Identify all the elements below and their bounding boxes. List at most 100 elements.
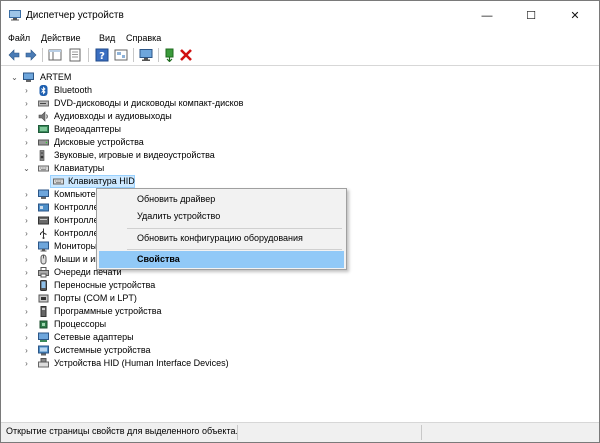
chevron-right-icon[interactable]: › (22, 331, 31, 344)
tree-item-software-devices[interactable]: › Программные устройства (1, 305, 599, 318)
sound-icon (39, 150, 45, 161)
tree-item-display-adapters[interactable]: › Видеоадаптеры (1, 123, 599, 136)
menu-view[interactable]: Вид (99, 31, 115, 45)
tree-item-processors[interactable]: › Процессоры (1, 318, 599, 331)
menu-bar: Файл Действие Вид Справка (1, 31, 599, 45)
chevron-right-icon[interactable]: › (22, 318, 31, 331)
tree-item-dvd[interactable]: › DVD-дисководы и дисководы компакт-диск… (1, 97, 599, 110)
help-icon[interactable]: ? (95, 48, 109, 62)
back-icon[interactable] (7, 48, 21, 62)
menu-uninstall-device[interactable]: Удалить устройство (99, 208, 344, 225)
chevron-right-icon[interactable]: › (22, 110, 31, 123)
tree-item-label: Дисковые устройства (54, 137, 144, 147)
tree-item-network[interactable]: › Сетевые адаптеры (1, 331, 599, 344)
tree-item-label: Клавиатура HID (68, 176, 135, 186)
chevron-right-icon[interactable]: › (22, 344, 31, 357)
bluetooth-icon (39, 85, 48, 96)
chevron-right-icon[interactable]: › (22, 292, 31, 305)
menu-item-label: Удалить устройство (137, 211, 221, 221)
chevron-right-icon[interactable]: › (22, 214, 31, 227)
menu-action[interactable]: Действие (41, 31, 81, 45)
menu-separator (127, 249, 342, 250)
chevron-right-icon[interactable]: › (22, 123, 31, 136)
tree-item-sound[interactable]: › Звуковые, игровые и видеоустройства (1, 149, 599, 162)
tree-item-ports[interactable]: › Порты (COM и LPT) (1, 292, 599, 305)
toolbar: ? (1, 45, 599, 65)
tree-item-bluetooth[interactable]: › Bluetooth (1, 84, 599, 97)
menu-item-label: Свойства (137, 254, 180, 264)
chevron-right-icon[interactable]: › (22, 240, 31, 253)
console-tree-icon[interactable] (48, 48, 62, 62)
chevron-right-icon[interactable]: › (22, 84, 31, 97)
display-adapter-icon (38, 125, 49, 133)
menu-scan-hardware-changes[interactable]: Обновить конфигурацию оборудования (99, 230, 344, 247)
keyboard-icon (38, 165, 49, 172)
svg-text:?: ? (99, 51, 105, 62)
tree-item-audio[interactable]: › Аудиовходы и аудиовыходы (1, 110, 599, 123)
tree-item-label: Устройства HID (Human Interface Devices) (54, 358, 229, 368)
network-icon (38, 332, 49, 342)
close-button[interactable]: ✕ (553, 1, 597, 31)
tree-root-label: ARTEM (40, 72, 72, 82)
menu-separator (127, 228, 342, 229)
chevron-right-icon[interactable]: › (22, 97, 31, 110)
toolbar-separator (42, 48, 43, 62)
chevron-right-icon[interactable]: › (22, 305, 31, 318)
dvd-icon (38, 100, 49, 107)
chevron-right-icon[interactable]: › (22, 357, 31, 370)
chevron-down-icon[interactable]: ⌄ (10, 71, 19, 84)
tree-item-label: Видеоадаптеры (54, 124, 121, 134)
tree-item-disk-drives[interactable]: › Дисковые устройства (1, 136, 599, 149)
chevron-right-icon[interactable]: › (22, 227, 31, 240)
printer-icon (38, 267, 49, 278)
title-bar[interactable]: Диспетчер устройств — ☐ ✕ (1, 1, 599, 31)
uninstall-icon[interactable] (179, 48, 193, 62)
tree-item-label: Программные устройства (54, 306, 162, 316)
toolbar-separator (88, 48, 89, 62)
minimize-button[interactable]: — (465, 1, 509, 31)
chevron-right-icon[interactable]: › (22, 188, 31, 201)
menu-update-driver[interactable]: Обновить драйвер (99, 191, 344, 208)
tree-item-label: Порты (COM и LPT) (54, 293, 137, 303)
menu-properties[interactable]: Свойства (99, 251, 344, 268)
monitor-icon[interactable] (139, 48, 153, 62)
chevron-right-icon[interactable]: › (22, 136, 31, 149)
menu-file[interactable]: Файл (8, 31, 30, 45)
chevron-down-icon[interactable]: ⌄ (22, 162, 31, 175)
controller-icon (38, 203, 49, 212)
menu-item-label: Обновить конфигурацию оборудования (137, 233, 303, 243)
forward-icon[interactable] (24, 48, 38, 62)
tree-item-label: Процессоры (54, 319, 107, 329)
controller-icon (38, 216, 49, 225)
monitor-icon (38, 241, 49, 252)
computer-icon (38, 189, 49, 199)
chevron-right-icon[interactable]: › (22, 149, 31, 162)
tree-item-label: Сетевые адаптеры (54, 332, 134, 342)
tree-item-hid[interactable]: › Устройства HID (Human Interface Device… (1, 357, 599, 370)
menu-help[interactable]: Справка (126, 31, 161, 45)
tree-root[interactable]: ⌄ ARTEM (1, 71, 599, 84)
tree-item-keyboards[interactable]: ⌄ Клавиатуры (1, 162, 599, 175)
disk-icon (38, 139, 49, 146)
system-icon (38, 345, 49, 356)
menu-item-label: Обновить драйвер (137, 194, 216, 204)
usb-icon (40, 228, 47, 239)
tree-item-hid-keyboard[interactable]: Клавиатура HID (1, 175, 599, 188)
device-manager-icon (9, 10, 21, 21)
toolbar-separator (158, 48, 159, 62)
chevron-right-icon[interactable]: › (22, 253, 31, 266)
tree-item-portable[interactable]: › Переносные устройства (1, 279, 599, 292)
update-driver-icon[interactable] (163, 48, 177, 62)
keyboard-icon (53, 178, 64, 185)
portable-icon (40, 280, 47, 291)
tree-item-label: Bluetooth (54, 85, 93, 95)
show-hidden-icon[interactable] (114, 48, 128, 62)
chevron-right-icon[interactable]: › (22, 266, 31, 279)
chevron-right-icon[interactable]: › (22, 279, 31, 292)
chevron-right-icon[interactable]: › (22, 201, 31, 214)
tree-item-label: Мониторы (54, 241, 98, 251)
properties-icon[interactable] (68, 48, 82, 62)
tree-item-system-devices[interactable]: › Системные устройства (1, 344, 599, 357)
maximize-button[interactable]: ☐ (509, 1, 553, 31)
toolbar-divider (1, 65, 599, 66)
